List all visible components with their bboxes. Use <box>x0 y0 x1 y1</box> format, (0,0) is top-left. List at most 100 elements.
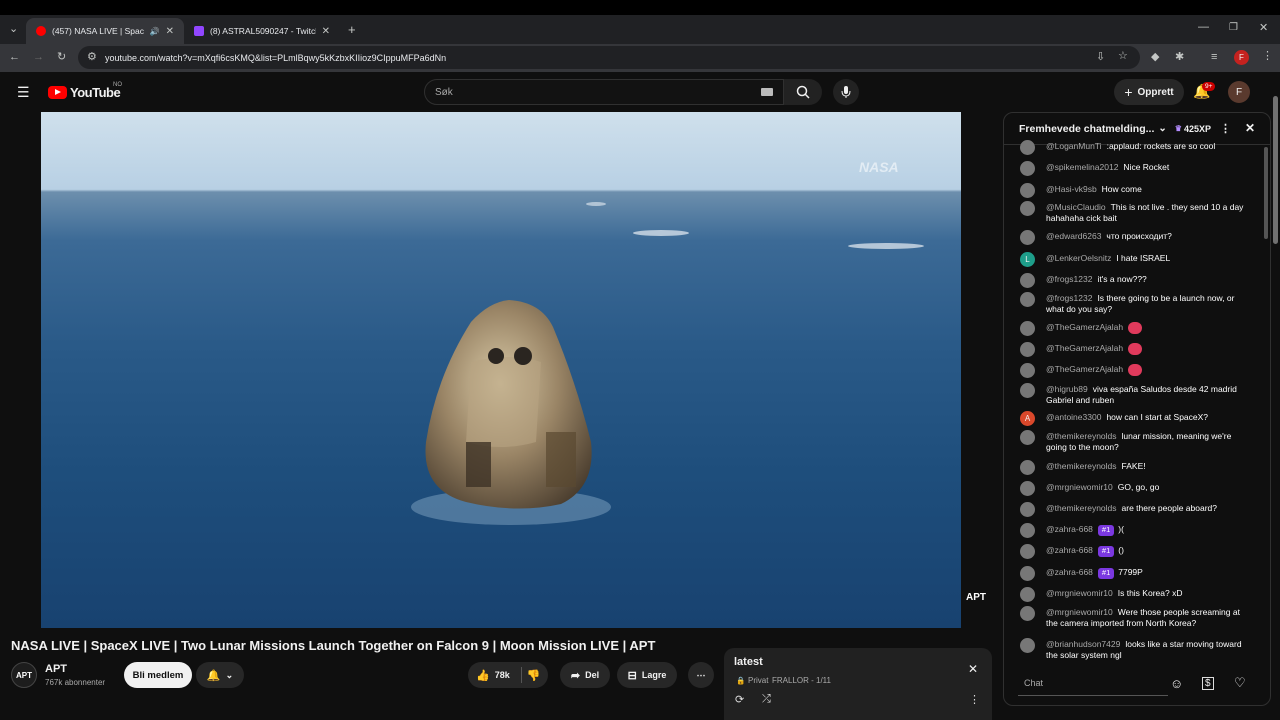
speaker-icon[interactable]: 🔊 <box>150 27 160 36</box>
chat-author[interactable]: @MusicClaudio <box>1046 202 1106 212</box>
heart-icon[interactable]: ♡ <box>1234 675 1246 691</box>
new-tab-icon[interactable]: + <box>348 23 356 36</box>
xp-badge[interactable]: 425XP <box>1184 124 1211 134</box>
chat-author[interactable]: @mrgniewomir10 <box>1046 588 1113 598</box>
chat-author-avatar[interactable] <box>1020 273 1035 288</box>
chat-author[interactable]: @themikereynolds <box>1046 431 1117 441</box>
chat-author-avatar[interactable]: A <box>1020 411 1035 426</box>
chat-author-avatar[interactable] <box>1020 201 1035 216</box>
minimize-icon[interactable]: — <box>1198 22 1209 33</box>
chat-menu-icon[interactable]: ⋮ <box>1220 122 1231 135</box>
chat-author-avatar[interactable] <box>1020 342 1035 357</box>
channel-name[interactable]: APT <box>45 663 67 675</box>
chat-author-avatar[interactable] <box>1020 523 1035 538</box>
extensions-puzzle-icon[interactable]: ✱ <box>1175 52 1184 63</box>
like-count[interactable]: 78k <box>495 670 510 680</box>
restore-icon[interactable]: ❐ <box>1229 23 1238 33</box>
chat-author[interactable]: @antoine3300 <box>1046 412 1101 422</box>
chat-author-avatar[interactable] <box>1020 430 1035 445</box>
close-window-icon[interactable]: ✕ <box>1259 23 1268 34</box>
chat-author-avatar[interactable]: L <box>1020 252 1035 267</box>
chat-author[interactable]: @zahra-668 <box>1046 524 1093 534</box>
chat-author[interactable]: @zahra-668 <box>1046 567 1093 577</box>
thumbs-up-icon[interactable]: 👍 <box>476 669 490 682</box>
chat-author-avatar[interactable] <box>1020 230 1035 245</box>
keyboard-icon[interactable] <box>761 88 773 96</box>
chat-author[interactable]: @Hasi-vk9sb <box>1046 184 1097 194</box>
chat-author[interactable]: @themikereynolds <box>1046 503 1117 513</box>
tab-search-icon[interactable]: ⌄ <box>9 24 18 35</box>
bookmark-star-icon[interactable]: ☆ <box>1118 51 1128 62</box>
super-chat-icon[interactable]: $ <box>1202 677 1214 690</box>
create-button[interactable]: + Opprett <box>1114 79 1184 105</box>
shuffle-icon[interactable]: ⤮ <box>762 693 771 706</box>
chat-author-avatar[interactable] <box>1020 502 1035 517</box>
chat-author-avatar[interactable] <box>1020 460 1035 475</box>
chat-author[interactable]: @TheGamerzAjalah <box>1046 343 1123 353</box>
chevron-down-icon[interactable]: ⌄ <box>1158 123 1166 134</box>
youtube-logo-icon[interactable] <box>48 86 67 99</box>
chat-author-avatar[interactable] <box>1020 566 1035 581</box>
playlist-menu-icon[interactable]: ⋮ <box>969 693 980 706</box>
chat-author[interactable]: @edward6263 <box>1046 231 1101 241</box>
menu-hamburger-icon[interactable]: ☰ <box>17 85 30 99</box>
chat-author-avatar[interactable] <box>1020 606 1035 621</box>
chat-author-avatar[interactable] <box>1020 383 1035 398</box>
address-bar[interactable]: ⚙ youtube.com/watch?v=mXqfi6csKMQ&list=P… <box>78 46 1140 69</box>
tab-twitch[interactable]: (8) ASTRAL5090247 - Twitch ✕ <box>184 18 340 44</box>
thumbs-down-icon[interactable]: 👎 <box>527 669 541 682</box>
forward-icon[interactable]: → <box>33 52 44 63</box>
chat-author[interactable]: @LoganMunTi <box>1046 141 1102 151</box>
close-tab-icon[interactable]: ✕ <box>166 26 174 37</box>
share-button[interactable]: ➦ Del <box>560 662 610 688</box>
chat-author[interactable]: @frogs1232 <box>1046 293 1092 303</box>
save-button[interactable]: ⊟ Lagre <box>617 662 677 688</box>
chat-author-avatar[interactable] <box>1020 363 1035 378</box>
playlist-title[interactable]: latest <box>734 656 763 668</box>
chat-author[interactable]: @higrub89 <box>1046 384 1088 394</box>
chat-author-avatar[interactable] <box>1020 638 1035 653</box>
site-info-icon[interactable]: ⚙ <box>87 52 97 63</box>
loop-icon[interactable]: ⟳ <box>735 693 744 706</box>
chat-author[interactable]: @TheGamerzAjalah <box>1046 322 1123 332</box>
reload-icon[interactable]: ↻ <box>57 52 66 63</box>
chat-author[interactable]: @mrgniewomir10 <box>1046 607 1113 617</box>
page-scrollbar[interactable] <box>1271 90 1280 706</box>
chat-author-avatar[interactable] <box>1020 183 1035 198</box>
chat-author[interactable]: @TheGamerzAjalah <box>1046 364 1123 374</box>
chat-author-avatar[interactable] <box>1020 544 1035 559</box>
chat-author-avatar[interactable] <box>1020 140 1035 155</box>
back-icon[interactable]: ← <box>9 52 20 63</box>
install-app-icon[interactable]: ⇩ <box>1096 52 1105 63</box>
page-scrollbar-thumb[interactable] <box>1273 96 1278 244</box>
browser-menu-icon[interactable]: ⋮ <box>1262 51 1273 62</box>
close-chat-icon[interactable]: ✕ <box>1245 121 1255 135</box>
tab-youtube[interactable]: (457) NASA LIVE | SpaceX LIVE | Two Luna… <box>26 18 184 44</box>
chat-author-avatar[interactable] <box>1020 161 1035 176</box>
join-button[interactable]: Bli medlem <box>124 662 192 688</box>
chat-author[interactable]: @zahra-668 <box>1046 545 1093 555</box>
chat-mode-label[interactable]: Fremhevede chatmelding... <box>1019 123 1154 135</box>
voice-search-button[interactable] <box>833 79 859 105</box>
close-playlist-icon[interactable]: ✕ <box>968 662 978 676</box>
chat-author[interactable]: @spikemelina2012 <box>1046 162 1118 172</box>
chat-author[interactable]: @mrgniewomir10 <box>1046 482 1113 492</box>
chat-author-avatar[interactable] <box>1020 587 1035 602</box>
close-tab-icon[interactable]: ✕ <box>322 26 330 37</box>
chat-author[interactable]: @themikereynolds <box>1046 461 1117 471</box>
search-button[interactable] <box>784 79 822 105</box>
account-avatar[interactable]: F <box>1228 81 1250 103</box>
media-controls-icon[interactable]: ≡ <box>1211 52 1217 63</box>
chat-author-avatar[interactable] <box>1020 481 1035 496</box>
profile-avatar[interactable]: F <box>1234 50 1249 65</box>
search-input[interactable]: Søk <box>424 79 784 105</box>
extension-icon[interactable]: ◆ <box>1151 52 1159 63</box>
chat-scrollbar[interactable] <box>1264 147 1268 239</box>
chat-author[interactable]: @brianhudson7429 <box>1046 639 1120 649</box>
channel-avatar[interactable]: APT <box>11 662 37 688</box>
video-player[interactable]: NASA <box>41 112 961 628</box>
chat-author[interactable]: @frogs1232 <box>1046 274 1092 284</box>
more-actions-button[interactable]: ⋯ <box>688 662 714 688</box>
chat-author-avatar[interactable] <box>1020 321 1035 336</box>
chat-input[interactable]: Chat <box>1018 672 1168 696</box>
